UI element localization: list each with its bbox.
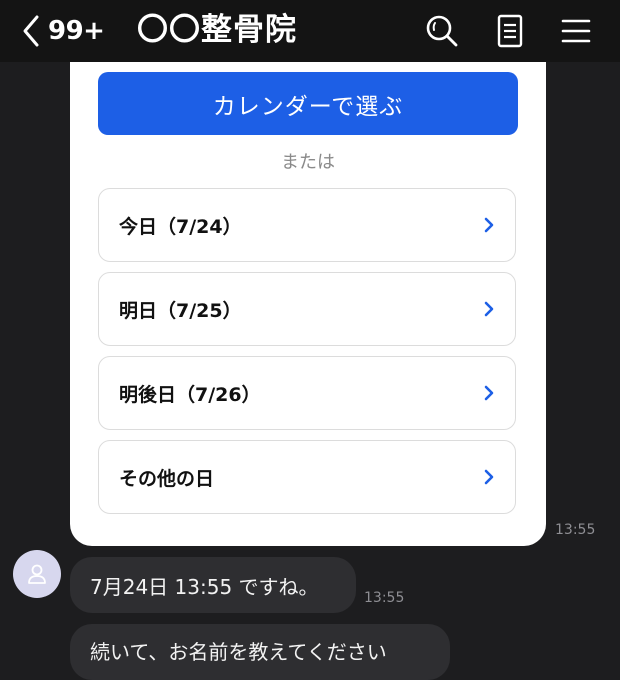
option-other-day[interactable]: その他の日 bbox=[98, 440, 516, 514]
option-day-after-tomorrow[interactable]: 明後日（7/26） bbox=[98, 356, 516, 430]
message-text: 続いて、お名前を教えてください bbox=[90, 640, 387, 664]
message-bubble: 7月24日 13:55 ですね。 bbox=[70, 557, 356, 613]
message-bubble: 続いて、お名前を教えてください bbox=[70, 624, 450, 680]
option-tomorrow[interactable]: 明日（7/25） bbox=[98, 272, 516, 346]
avatar[interactable] bbox=[13, 550, 61, 598]
chevron-left-icon bbox=[23, 15, 39, 47]
chevron-right-icon bbox=[484, 217, 494, 233]
chevron-right-icon bbox=[484, 469, 494, 485]
chevron-right-icon bbox=[484, 301, 494, 317]
chat-title: 〇〇整骨院 bbox=[137, 12, 297, 48]
message-text: 7月24日 13:55 ですね。 bbox=[90, 574, 319, 599]
menu-button[interactable] bbox=[558, 13, 594, 49]
option-label: 今日（7/24） bbox=[119, 215, 242, 238]
calendar-select-button[interactable]: カレンダーで選ぶ bbox=[98, 72, 518, 135]
option-label: 明後日（7/26） bbox=[119, 383, 261, 406]
unread-count: 99+ bbox=[48, 16, 105, 46]
chat-header: 99+ 〇〇整骨院 bbox=[0, 0, 620, 62]
chevron-right-icon bbox=[484, 385, 494, 401]
date-selection-card: カレンダーで選ぶ または 今日（7/24） 明日（7/25） 明後日（7/26）… bbox=[70, 62, 546, 546]
notes-button[interactable] bbox=[492, 13, 528, 49]
message-timestamp: 13:55 bbox=[364, 590, 405, 606]
or-divider-text: または bbox=[281, 152, 335, 173]
menu-icon bbox=[561, 19, 591, 43]
back-button[interactable]: 99+ bbox=[22, 12, 105, 50]
person-icon bbox=[28, 564, 46, 584]
notes-icon bbox=[497, 14, 523, 48]
card-timestamp: 13:55 bbox=[555, 522, 596, 538]
option-today[interactable]: 今日（7/24） bbox=[98, 188, 516, 262]
option-label: その他の日 bbox=[119, 467, 215, 490]
option-label: 明日（7/25） bbox=[119, 299, 242, 322]
search-icon bbox=[426, 15, 458, 47]
search-button[interactable] bbox=[424, 13, 460, 49]
